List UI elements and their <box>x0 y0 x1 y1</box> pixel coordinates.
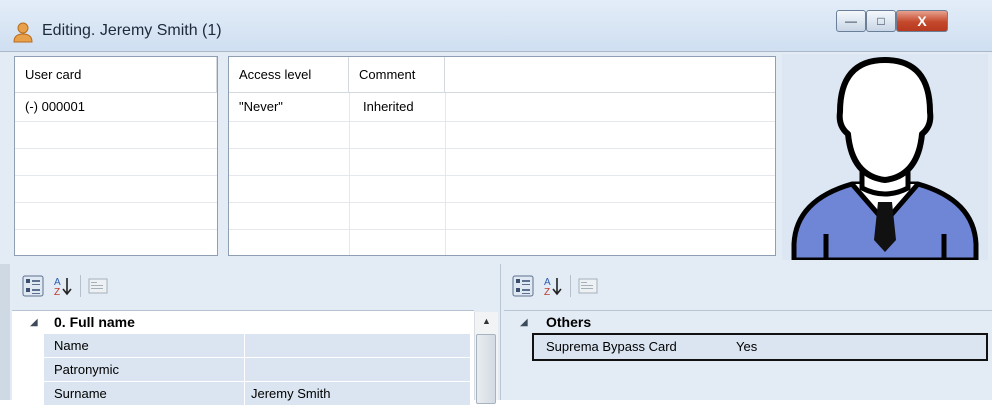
collapse-triangle-icon[interactable]: ◢ <box>30 317 38 328</box>
categorized-icon <box>22 275 44 297</box>
access-level-cell[interactable]: "Never" <box>229 94 349 120</box>
categorized-icon <box>512 275 534 297</box>
window-title: Editing. Jeremy Smith (1) <box>42 22 222 39</box>
categorized-button[interactable] <box>20 273 46 299</box>
property-pages-icon <box>88 278 108 294</box>
sort-az-button[interactable]: A Z <box>540 273 566 299</box>
property-name[interactable]: Name <box>44 334 244 358</box>
close-button[interactable]: X <box>896 10 948 32</box>
comment-cell[interactable]: Inherited <box>353 94 445 120</box>
property-value[interactable]: Jeremy Smith <box>244 382 470 406</box>
property-name: Suprema Bypass Card <box>546 339 677 354</box>
categorized-button[interactable] <box>510 273 536 299</box>
scrollbar-thumb[interactable] <box>476 334 496 404</box>
toolbar-separator <box>80 275 81 297</box>
sort-az-icon: A Z <box>54 277 72 297</box>
category-full-name[interactable]: 0. Full name <box>54 310 135 334</box>
toolbar-separator <box>570 275 571 297</box>
user-card-column-header[interactable]: User card <box>15 57 217 93</box>
user-card-cell[interactable]: (-) 000001 <box>15 94 217 120</box>
sort-az-icon: A Z <box>544 277 562 297</box>
user-avatar-icon <box>791 57 979 263</box>
property-pages-button[interactable] <box>575 273 601 299</box>
user-photo[interactable] <box>782 54 988 263</box>
property-pages-button[interactable] <box>85 273 111 299</box>
sort-az-button[interactable]: A Z <box>50 273 76 299</box>
property-value[interactable]: Yes <box>736 336 757 358</box>
collapse-triangle-icon[interactable]: ◢ <box>520 317 528 328</box>
access-level-column-header[interactable]: Access level <box>229 57 349 93</box>
left-toolbar: A Z <box>20 272 111 300</box>
comment-column-header[interactable]: Comment <box>349 57 445 93</box>
property-pages-icon <box>578 278 598 294</box>
empty-column-header <box>445 57 775 93</box>
property-value[interactable] <box>244 334 470 358</box>
minimize-icon: — <box>845 14 857 28</box>
maximize-button[interactable]: □ <box>866 10 896 32</box>
maximize-icon: □ <box>877 14 885 28</box>
access-level-grid[interactable]: Access level Comment "Never" Inherited <box>228 56 776 256</box>
user-icon <box>12 21 34 43</box>
category-others[interactable]: Others <box>546 310 591 334</box>
minimize-button[interactable]: — <box>836 10 866 32</box>
user-card-grid[interactable]: User card (-) 000001 <box>14 56 218 256</box>
right-toolbar: A Z <box>510 272 601 300</box>
scroll-up-icon[interactable]: ▲ <box>475 316 498 326</box>
property-name[interactable]: Patronymic <box>44 358 244 382</box>
svg-text:Z: Z <box>54 287 60 297</box>
close-icon: X <box>917 13 927 29</box>
property-value[interactable] <box>244 358 470 382</box>
svg-text:Z: Z <box>544 287 550 297</box>
property-name[interactable]: Surname <box>44 382 244 406</box>
